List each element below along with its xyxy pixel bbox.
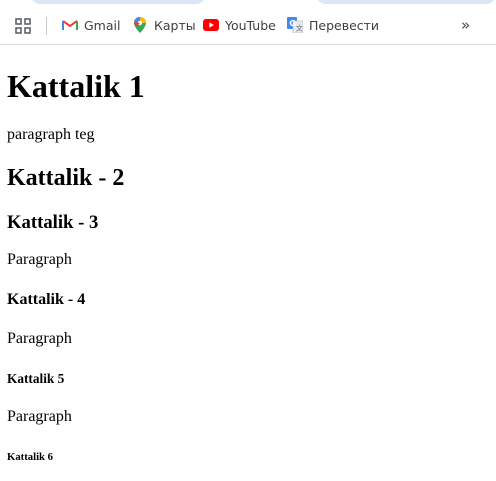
tab-edge-right[interactable] bbox=[316, 0, 496, 4]
paragraph-4: Paragraph bbox=[7, 408, 72, 425]
heading-6: Kattalik 6 bbox=[7, 451, 54, 463]
more-bookmarks-icon[interactable]: » bbox=[461, 16, 479, 34]
heading-4: Kattalik - 4 bbox=[7, 291, 86, 308]
bookmark-gmail[interactable]: Gmail bbox=[62, 6, 120, 44]
tab-edge-left[interactable] bbox=[30, 0, 206, 4]
paragraph-2: Paragraph bbox=[7, 251, 72, 268]
bookmark-maps[interactable]: Карты bbox=[132, 6, 196, 44]
gmail-icon bbox=[62, 17, 78, 33]
bookmarks-bar: Gmail Карты YouTube G 文 Перевести » bbox=[0, 6, 496, 45]
heading-1: Kattalik 1 bbox=[7, 68, 145, 104]
youtube-icon bbox=[203, 17, 219, 33]
bookmark-label: Gmail bbox=[84, 17, 121, 33]
maps-pin-icon bbox=[132, 17, 148, 33]
bookmarks-divider bbox=[46, 17, 47, 35]
heading-3: Kattalik - 3 bbox=[7, 212, 99, 233]
svg-text:文: 文 bbox=[296, 24, 303, 33]
paragraph-1: paragraph teg bbox=[7, 126, 95, 143]
bookmark-label: YouTube bbox=[225, 17, 276, 33]
bookmark-translate[interactable]: G 文 Перевести bbox=[287, 6, 379, 44]
translate-icon: G 文 bbox=[287, 17, 303, 33]
apps-grid-icon[interactable] bbox=[14, 17, 32, 35]
heading-2: Kattalik - 2 bbox=[7, 165, 125, 191]
paragraph-3: Paragraph bbox=[7, 330, 72, 347]
svg-text:G: G bbox=[289, 19, 296, 28]
bookmark-label: Перевести bbox=[309, 17, 380, 33]
bookmark-label: Карты bbox=[154, 17, 196, 33]
bookmark-youtube[interactable]: YouTube bbox=[203, 6, 276, 44]
heading-5: Kattalik 5 bbox=[7, 371, 65, 386]
